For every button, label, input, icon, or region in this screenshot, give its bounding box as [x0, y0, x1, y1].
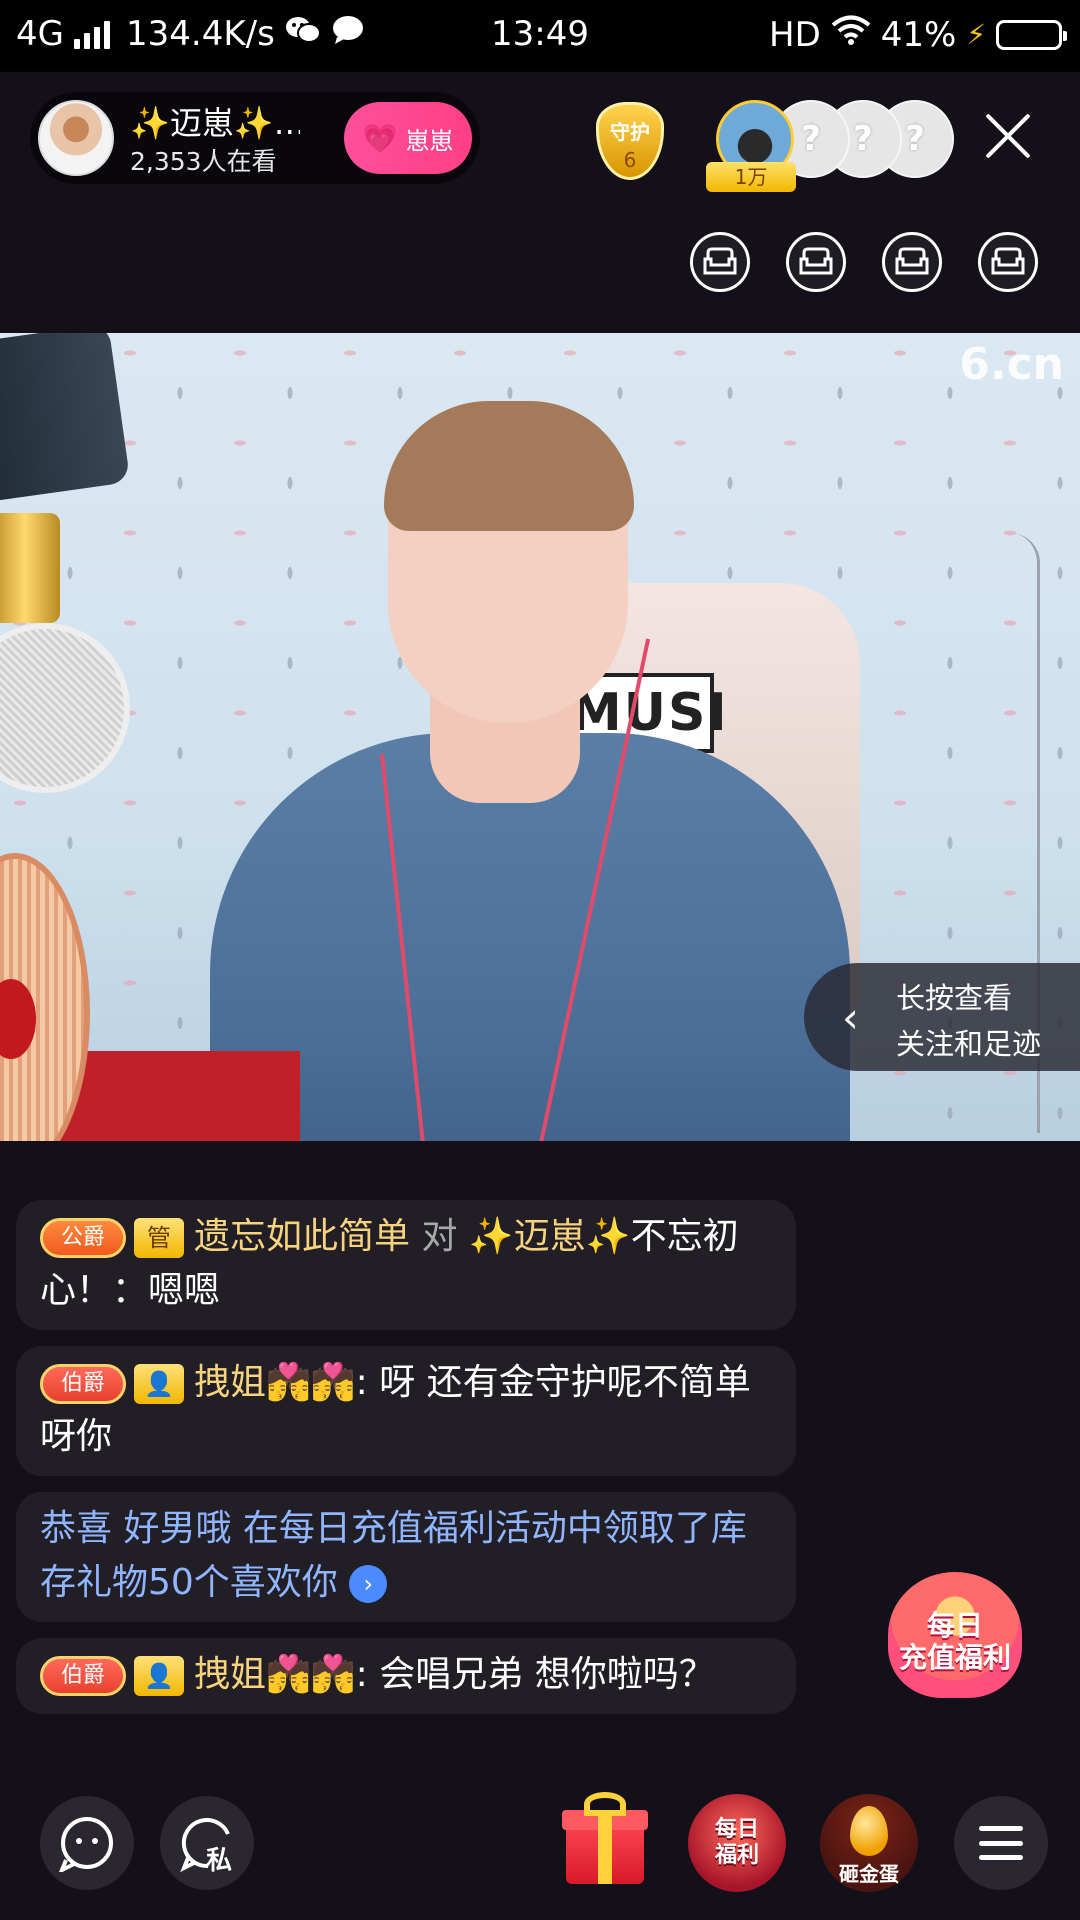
chevron-left-icon: ‹	[842, 993, 859, 1042]
mic-arm	[0, 333, 131, 503]
status-right: HD 41% ⚡	[769, 14, 1067, 55]
system-message[interactable]: 恭喜 好男哦 在每日充值福利活动中领取了库存礼物50个喜欢你 ›	[16, 1492, 796, 1622]
hd-indicator: HD	[769, 14, 821, 55]
host-info[interactable]: ✨迈崽✨… 2,353人在看 💗 崽崽	[30, 92, 480, 184]
follow-button[interactable]: 💗 崽崽	[344, 102, 472, 174]
chat-message[interactable]: 公爵管遗忘如此简单 对 ✨迈崽✨不忘初心！：嗯嗯	[16, 1200, 796, 1330]
user-icon: 👤	[134, 1364, 185, 1404]
seat-row	[690, 232, 1038, 292]
chat-target[interactable]: ✨迈崽✨	[469, 1216, 631, 1257]
rank-badge: 伯爵	[40, 1364, 127, 1404]
chat-message[interactable]: 伯爵 👤 拽姐💏💏: 呀 还有金守护呢不简单呀你	[16, 1346, 796, 1476]
daily-recharge-widget[interactable]: 每日 充值福利	[878, 1572, 1032, 1702]
rank-badge: 伯爵	[40, 1656, 127, 1696]
more-menu-button[interactable]	[954, 1796, 1048, 1890]
viewer-count: 2,353人在看	[130, 147, 277, 176]
rank-badge: 公爵	[40, 1218, 127, 1258]
follow-footprint-tab[interactable]: ‹ 长按查看 关注和足迹	[804, 963, 1080, 1071]
footprint-line1: 长按查看	[896, 981, 1013, 1015]
status-left: 4G 134.4K/s	[16, 14, 365, 54]
chat-text: : 会唱兄弟 想你啦吗？	[355, 1654, 715, 1695]
watermark-logo: 6.cn	[959, 339, 1064, 390]
message-icon	[331, 14, 365, 54]
chat-bubble-icon	[59, 1817, 113, 1872]
recharge-line2: 充值福利	[898, 1641, 1011, 1674]
chat-connector: 对	[410, 1216, 469, 1257]
charging-icon: ⚡	[966, 18, 986, 51]
sofa-seat-icon[interactable]	[882, 232, 942, 292]
bottom-toolbar: 私 每日 福利 砸金蛋	[0, 1788, 1080, 1898]
close-icon[interactable]	[980, 108, 1036, 164]
guard-count: 6	[623, 148, 637, 172]
system-text: 恭喜 好男哦 在每日充值福利活动中领取了库存礼物50个喜欢你	[40, 1508, 747, 1603]
fan-contribution-tag: 1万	[706, 162, 796, 192]
network-speed: 134.4K/s	[125, 14, 275, 54]
private-label: 私	[206, 1846, 233, 1876]
daily-line1: 每日	[714, 1817, 759, 1842]
top-fans[interactable]: ? ? ? 1万	[706, 96, 954, 196]
battery-percent: 41%	[880, 14, 957, 55]
wechat-icon	[285, 14, 321, 54]
sofa-seat-icon[interactable]	[690, 232, 750, 292]
host-avatar[interactable]	[38, 100, 114, 176]
golden-egg-button[interactable]: 砸金蛋	[820, 1794, 918, 1892]
chat-message[interactable]: 伯爵 👤 拽姐💏💏: 会唱兄弟 想你啦吗？	[16, 1638, 796, 1714]
gift-bow	[584, 1792, 626, 1816]
sofa-seat-icon[interactable]	[786, 232, 846, 292]
admin-badge: 管	[134, 1218, 185, 1258]
golden-egg-icon	[850, 1806, 888, 1856]
chevron-right-icon[interactable]: ›	[349, 1565, 388, 1603]
guard-badge[interactable]: 守护 6	[584, 96, 676, 186]
chat-button[interactable]	[40, 1796, 134, 1890]
footprint-line2: 关注和足迹	[896, 1027, 1042, 1061]
status-bar: 4G 134.4K/s 13:49 HD 41% ⚡	[0, 0, 1080, 72]
private-message-button[interactable]: 私	[160, 1796, 254, 1890]
golden-egg-label: 砸金蛋	[839, 1862, 899, 1886]
signal-icon	[73, 19, 110, 49]
wifi-icon	[831, 14, 871, 55]
daily-welfare-button[interactable]: 每日 福利	[688, 1794, 786, 1892]
chat-username[interactable]: 拽姐💏💏	[194, 1654, 356, 1695]
recharge-text: 每日 充值福利	[878, 1610, 1032, 1674]
user-icon: 👤	[134, 1656, 185, 1696]
gift-ribbon	[598, 1810, 612, 1884]
host-name: ✨迈崽✨…	[130, 104, 300, 142]
guard-label: 守护	[610, 120, 650, 144]
daily-line2: 福利	[714, 1843, 759, 1868]
recharge-line1: 每日	[926, 1609, 983, 1642]
network-type: 4G	[16, 14, 64, 54]
microphone-body	[0, 513, 60, 623]
chat-list[interactable]: 公爵管遗忘如此简单 对 ✨迈崽✨不忘初心！：嗯嗯 伯爵 👤 拽姐💏💏: 呀 还有金守…	[16, 1200, 796, 1730]
menu-icon	[979, 1826, 1023, 1860]
heart-icon: 💗	[362, 121, 398, 155]
battery-icon	[996, 19, 1067, 50]
daily-welfare-label: 每日 福利	[715, 1817, 759, 1869]
sofa-seat-icon[interactable]	[978, 232, 1038, 292]
chat-username[interactable]: 遗忘如此简单	[194, 1216, 410, 1257]
gift-button[interactable]	[562, 1788, 648, 1888]
follow-label: 崽崽	[405, 126, 454, 155]
chat-username[interactable]: 拽姐💏💏	[194, 1362, 356, 1403]
